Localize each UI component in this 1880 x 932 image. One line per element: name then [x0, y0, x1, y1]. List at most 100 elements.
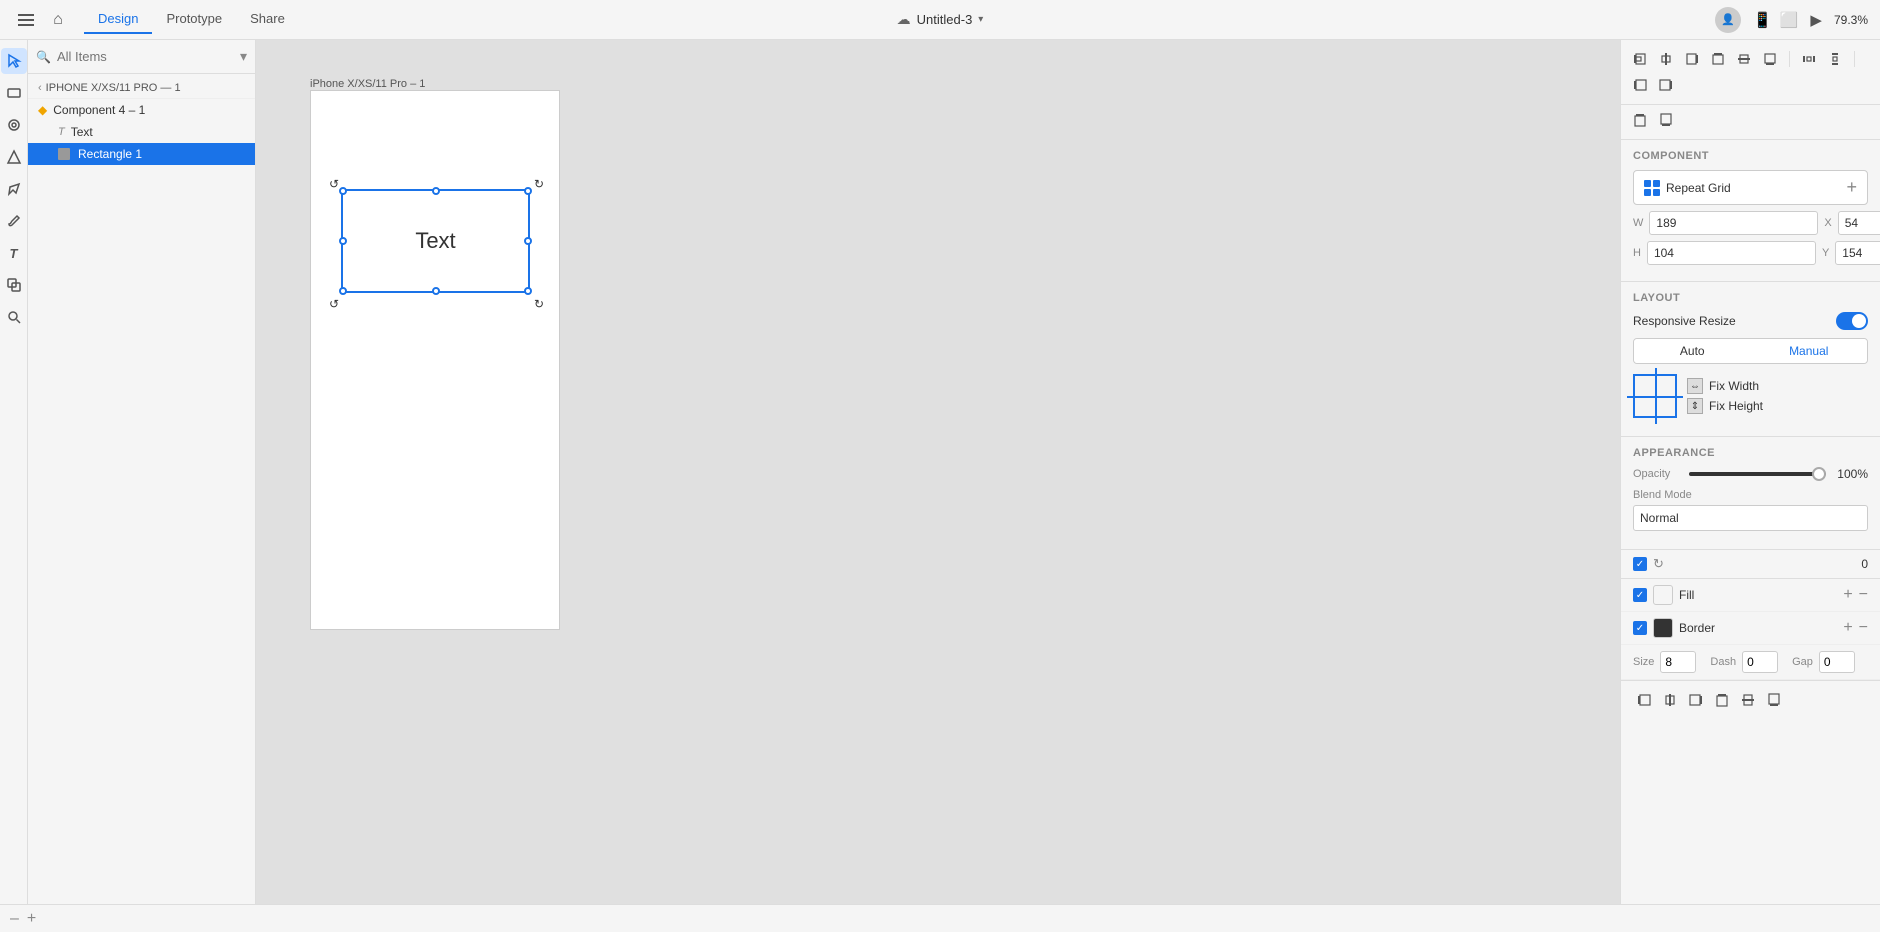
- rotation-handle-bl[interactable]: ↺: [329, 297, 337, 305]
- brush-tool[interactable]: [1, 208, 27, 234]
- bottom-align-top[interactable]: [1711, 689, 1733, 711]
- tablet-icon[interactable]: ⬜: [1780, 11, 1799, 29]
- size-input[interactable]: [1660, 651, 1696, 673]
- bottom-align-right[interactable]: [1685, 689, 1707, 711]
- component-section: COMPONENT Repeat Grid + W X ↻ 0°: [1621, 140, 1880, 282]
- auto-button[interactable]: Auto: [1634, 339, 1751, 363]
- align-left-edge[interactable]: [1629, 48, 1651, 70]
- home-icon[interactable]: ⌂: [44, 6, 72, 34]
- responsive-toggle[interactable]: [1836, 312, 1868, 330]
- layer-text[interactable]: T Text: [28, 121, 255, 143]
- bottom-align-center[interactable]: [1659, 689, 1681, 711]
- layer-breadcrumb[interactable]: ‹ IPHONE X/XS/11 PRO — 1: [28, 78, 255, 99]
- appearance-section: APPEARANCE Opacity 100% Blend Mode Norma…: [1621, 437, 1880, 550]
- distribute-h[interactable]: [1798, 48, 1820, 70]
- tabs: Design Prototype Share: [84, 5, 299, 34]
- remove-fill-icon[interactable]: −: [1859, 586, 1868, 604]
- dash-input[interactable]: [1742, 651, 1778, 673]
- rotation-handle-br[interactable]: ↻: [534, 297, 542, 305]
- opacity-row: Opacity 100%: [1633, 467, 1868, 481]
- opacity-value: 100%: [1832, 467, 1868, 481]
- topbar-right: 👤 📱 ⬜ ▶ 79.3%: [1715, 7, 1868, 33]
- text-tool[interactable]: T: [1, 240, 27, 266]
- align-top-edge[interactable]: [1707, 48, 1729, 70]
- layer-component[interactable]: ◆ Component 4 – 1: [28, 99, 255, 121]
- border-properties-row: Size Dash Gap: [1621, 645, 1880, 680]
- boolean-tool[interactable]: [1, 272, 27, 298]
- search-tool[interactable]: [1, 304, 27, 330]
- align-bottom-edge[interactable]: [1759, 48, 1781, 70]
- border-checkbox[interactable]: ✓: [1633, 621, 1647, 635]
- back-icon[interactable]: ‹: [38, 82, 42, 94]
- align-left[interactable]: [1629, 74, 1651, 96]
- dropdown-icon[interactable]: ▾: [240, 48, 247, 65]
- component-tool[interactable]: [1, 112, 27, 138]
- responsive-row: Responsive Resize: [1633, 312, 1868, 330]
- rectangle-tool[interactable]: [1, 80, 27, 106]
- shadow-refresh-icon[interactable]: ↻: [1653, 556, 1664, 572]
- plus-button[interactable]: +: [27, 910, 36, 928]
- h-input[interactable]: [1647, 241, 1816, 265]
- align-right-edge[interactable]: [1681, 48, 1703, 70]
- fix-height-option[interactable]: ⇕ Fix Height: [1687, 398, 1763, 414]
- blend-mode-label: Blend Mode: [1633, 489, 1868, 501]
- phone-icon[interactable]: 📱: [1753, 11, 1772, 29]
- chevron-down-icon[interactable]: ▾: [978, 14, 983, 25]
- w-input[interactable]: [1649, 211, 1818, 235]
- opacity-thumb[interactable]: [1812, 467, 1826, 481]
- zoom-level[interactable]: 79.3%: [1834, 13, 1868, 27]
- artboard[interactable]: Text ↺ ↻ ↺ ↻: [310, 90, 560, 630]
- canvas-component[interactable]: Text ↺ ↻ ↺ ↻: [341, 189, 530, 293]
- component-section-title: COMPONENT: [1633, 150, 1868, 162]
- fill-checkbox[interactable]: ✓: [1633, 588, 1647, 602]
- repeat-grid-button[interactable]: Repeat Grid +: [1633, 170, 1868, 205]
- pen-tool[interactable]: [1, 176, 27, 202]
- minus-button[interactable]: –: [10, 910, 19, 928]
- distribute-v[interactable]: [1824, 48, 1846, 70]
- project-title[interactable]: Untitled-3: [917, 12, 973, 27]
- rect-swatch-icon: [58, 148, 70, 160]
- align-bottom[interactable]: [1655, 109, 1677, 131]
- manual-button[interactable]: Manual: [1751, 339, 1868, 363]
- add-fill-icon[interactable]: +: [1843, 586, 1852, 604]
- dash-label: Dash: [1710, 656, 1736, 668]
- align-center-h[interactable]: [1655, 48, 1677, 70]
- fix-height-label: Fix Height: [1709, 399, 1763, 413]
- layer-rectangle[interactable]: Rectangle 1: [28, 143, 255, 165]
- search-input[interactable]: [57, 49, 234, 64]
- rotation-handle-tr[interactable]: ↻: [534, 177, 542, 185]
- align-top[interactable]: [1629, 109, 1651, 131]
- rotation-handle-tl[interactable]: ↺: [329, 177, 337, 185]
- bottom-align-left[interactable]: [1633, 689, 1655, 711]
- shape-tool[interactable]: [1, 144, 27, 170]
- add-icon[interactable]: +: [1846, 177, 1857, 198]
- remove-border-icon[interactable]: −: [1859, 619, 1868, 637]
- align-center-v[interactable]: [1733, 48, 1755, 70]
- fix-width-option[interactable]: ⇔ Fix Width: [1687, 378, 1763, 394]
- align-right[interactable]: [1655, 74, 1677, 96]
- shadow-checkbox[interactable]: ✓: [1633, 557, 1647, 571]
- menu-icon[interactable]: [12, 6, 40, 34]
- border-label: Border: [1679, 621, 1837, 635]
- fill-color-swatch[interactable]: [1653, 585, 1673, 605]
- blend-mode-select[interactable]: Normal Multiply Screen Overlay Darken Li…: [1633, 505, 1868, 531]
- bottom-align-bottom[interactable]: [1763, 689, 1785, 711]
- border-color-swatch[interactable]: [1653, 618, 1673, 638]
- select-tool[interactable]: [1, 48, 27, 74]
- gap-input[interactable]: [1819, 651, 1855, 673]
- play-button[interactable]: ▶: [1810, 11, 1822, 29]
- tab-share[interactable]: Share: [236, 5, 299, 34]
- align-toolbar: [1621, 40, 1880, 105]
- y-input[interactable]: [1835, 241, 1880, 265]
- bottom-align-middle[interactable]: [1737, 689, 1759, 711]
- tab-prototype[interactable]: Prototype: [152, 5, 236, 34]
- x-input[interactable]: [1838, 211, 1880, 235]
- canvas-area[interactable]: iPhone X/XS/11 Pro – 1 Text ↺ ↻ ↺ ↻: [256, 40, 1620, 904]
- layer-component-label: Component 4 – 1: [53, 103, 145, 117]
- tab-design[interactable]: Design: [84, 5, 152, 34]
- add-border-icon[interactable]: +: [1843, 619, 1852, 637]
- shadow-value-input[interactable]: [1670, 557, 1868, 571]
- avatar[interactable]: 👤: [1715, 7, 1741, 33]
- layout-section: LAYOUT Responsive Resize Auto Manual ⇔: [1621, 282, 1880, 437]
- opacity-slider[interactable]: [1689, 472, 1826, 476]
